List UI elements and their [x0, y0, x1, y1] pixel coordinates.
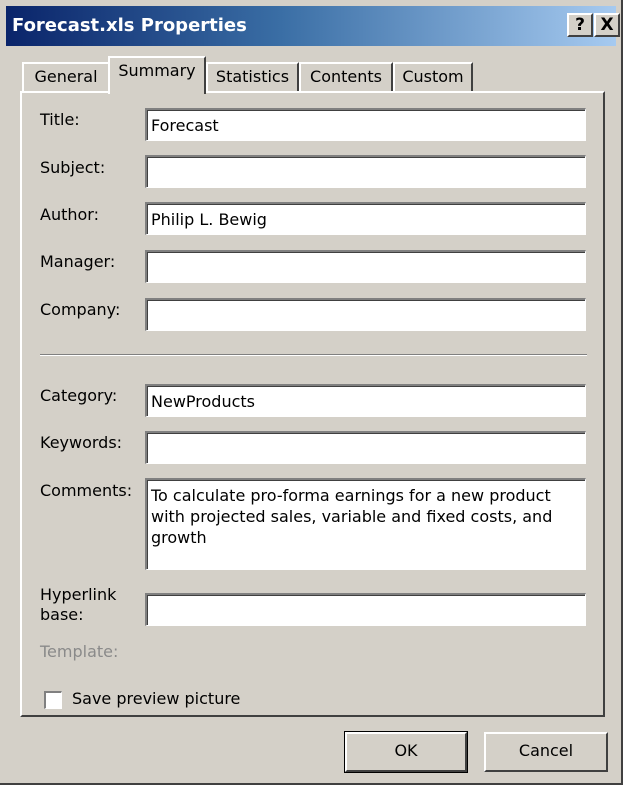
author-field[interactable]: Philip L. Bewig — [145, 202, 586, 235]
hyperlink-label-line2: base: — [40, 605, 84, 624]
category-label: Category: — [40, 386, 118, 405]
subject-label: Subject: — [40, 158, 106, 177]
comments-label: Comments: — [40, 481, 133, 500]
title-label: Title: — [40, 110, 80, 129]
tab-contents[interactable]: Contents — [299, 62, 393, 92]
keywords-label: Keywords: — [40, 433, 123, 452]
cancel-button[interactable]: Cancel — [484, 732, 608, 772]
comments-field[interactable]: To calculate pro-forma earnings for a ne… — [145, 478, 586, 570]
close-button[interactable]: X — [594, 13, 620, 37]
save-preview-label[interactable]: Save preview picture — [72, 689, 240, 708]
template-label: Template: — [40, 642, 119, 661]
manager-label: Manager: — [40, 252, 116, 271]
title-bar: Forecast.xls Properties ? X — [6, 6, 620, 46]
manager-field[interactable] — [145, 250, 586, 283]
hyperlink-base-field[interactable] — [145, 593, 586, 626]
save-preview-checkbox[interactable] — [44, 691, 62, 709]
title-field[interactable]: Forecast — [145, 108, 586, 141]
section-divider — [40, 354, 587, 356]
ok-button[interactable]: OK — [344, 731, 468, 773]
author-label: Author: — [40, 205, 99, 224]
hyperlink-label-line1: Hyperlink — [40, 585, 117, 604]
subject-field[interactable] — [145, 155, 586, 188]
tab-summary[interactable]: Summary — [108, 56, 206, 94]
window-title: Forecast.xls Properties — [12, 15, 247, 36]
company-label: Company: — [40, 300, 121, 319]
properties-dialog: Forecast.xls Properties ? X General Summ… — [0, 0, 623, 785]
help-button[interactable]: ? — [567, 13, 593, 37]
keywords-field[interactable] — [145, 431, 586, 464]
company-field[interactable] — [145, 298, 586, 331]
category-field[interactable]: NewProducts — [145, 384, 586, 417]
tab-general[interactable]: General — [22, 62, 110, 92]
tab-custom[interactable]: Custom — [393, 62, 473, 92]
tab-statistics[interactable]: Statistics — [206, 62, 299, 92]
